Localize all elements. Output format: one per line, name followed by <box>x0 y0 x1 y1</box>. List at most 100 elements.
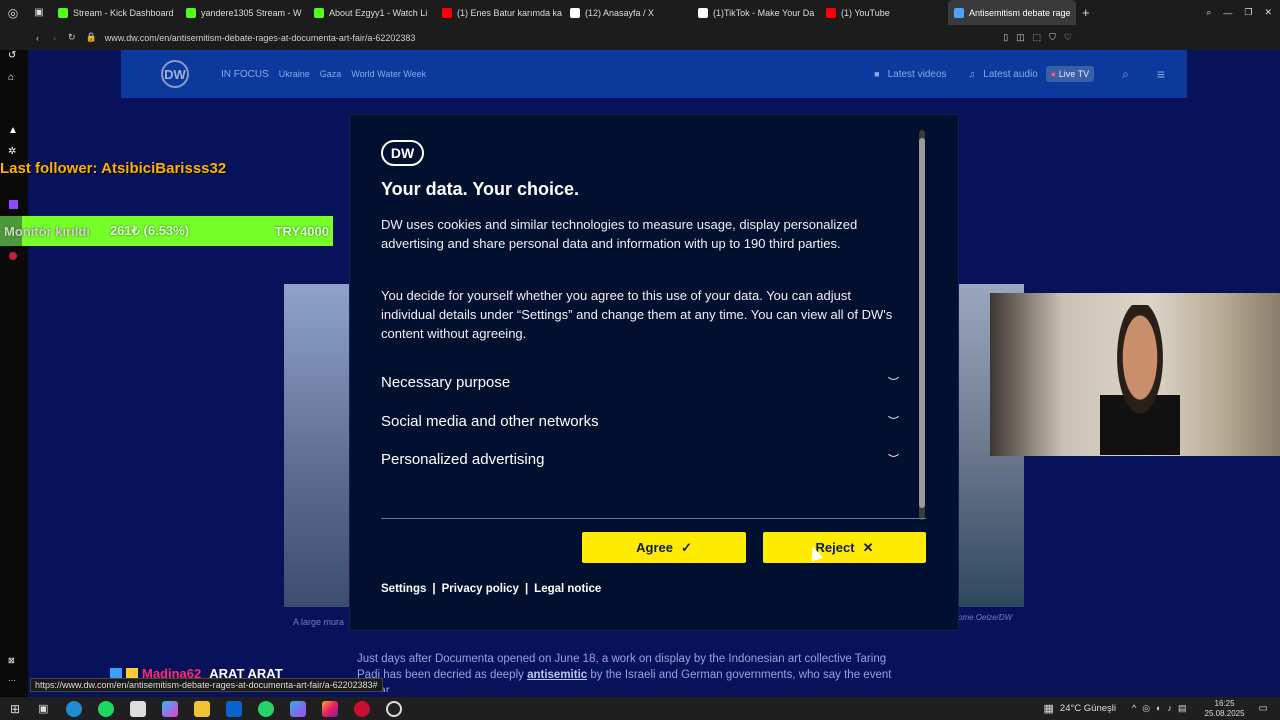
browser-tab[interactable]: (1) Enes Batur karımda ka <box>436 0 564 25</box>
edge-icon[interactable] <box>66 700 83 717</box>
section-social-media[interactable]: Social media and other networks ︶ <box>381 406 899 436</box>
menu-icon[interactable]: ⊠ <box>8 656 15 665</box>
agree-button[interactable]: Agree ✓ <box>582 532 746 563</box>
obs-icon[interactable] <box>386 700 403 717</box>
browser-menu-icon[interactable]: ◎ <box>0 6 26 20</box>
tab-label: (1)TikTok - Make Your Da <box>713 7 815 18</box>
reject-button[interactable]: Reject ✕ <box>763 532 926 563</box>
kick-icon <box>58 7 68 18</box>
outlook-icon[interactable] <box>226 700 243 717</box>
notifications-icon[interactable]: ▭ <box>1259 703 1268 714</box>
forward-icon[interactable]: › <box>53 33 56 43</box>
clock-time: 16:25 <box>1214 698 1235 708</box>
calendar-icon[interactable] <box>130 700 147 717</box>
close-window-icon[interactable]: ✕ <box>1264 7 1272 18</box>
clock[interactable]: 16:25 25.08.2025 <box>1205 699 1245 719</box>
privacy-policy-link[interactable]: Privacy policy <box>442 583 519 595</box>
openai-icon[interactable]: ✲ <box>8 146 16 157</box>
dw-logo[interactable]: DW <box>161 60 189 88</box>
browser-tab[interactable]: About Ezgyy1 - Watch Li <box>308 0 436 25</box>
nav-link[interactable]: Ukraine <box>279 69 310 79</box>
browser-tab[interactable]: (12) Anasayfa / X <box>564 0 692 25</box>
section-personalized-advertising[interactable]: Personalized advertising ︶ <box>381 444 899 474</box>
article-image-left <box>284 284 350 607</box>
kick-sidebar-icon[interactable]: ▲ <box>8 125 18 136</box>
donation-label: Monitör kırıldı <box>4 223 90 239</box>
browser-tab-bar: ◎ ▣ Stream - Kick Dashboard yandere1305 S… <box>0 0 1280 25</box>
url-field[interactable]: www.dw.com/en/antisemitism-debate-rages-… <box>105 33 416 43</box>
hamburger-menu-icon[interactable]: ≡ <box>1157 66 1165 82</box>
tiktok-icon <box>698 7 708 18</box>
task-view-icon[interactable]: ▣ <box>38 702 48 715</box>
scrollbar-track[interactable] <box>919 130 925 520</box>
status-bar-url: https://www.dw.com/en/antisemitism-debat… <box>30 678 383 692</box>
clock-date: 25.08.2025 <box>1204 708 1245 718</box>
teams-icon[interactable] <box>290 700 307 717</box>
new-tab-button[interactable]: + <box>1082 5 1090 20</box>
nav-link[interactable]: World Water Week <box>351 69 426 79</box>
reader-icon[interactable]: ⌂ <box>8 72 14 83</box>
spotify-icon[interactable] <box>98 700 115 717</box>
scrollbar-thumb[interactable] <box>919 138 925 508</box>
agree-label: Agree <box>636 540 673 555</box>
record-icon[interactable] <box>9 252 17 260</box>
windows-taskbar: ⊞ ▣ ▦ 24°C Güneşli ^◎◐♪▤ 16:25 25.08.202… <box>0 697 1280 720</box>
live-dot-icon: ● <box>1050 69 1057 79</box>
copilot-icon[interactable] <box>162 700 179 717</box>
tab-actions-icon[interactable]: ▣ <box>26 7 52 18</box>
tab-label: Stream - Kick Dashboard <box>73 7 174 18</box>
search-icon[interactable]: ⌕ <box>1206 7 1211 18</box>
settings-link[interactable]: Settings <box>381 583 426 595</box>
article-line: Just days after Documenta opened on June… <box>357 653 887 665</box>
article-text-segment: by the Israeli and German governments, w… <box>587 669 892 681</box>
x-icon <box>570 7 580 18</box>
tab-label: (1) Enes Batur karımda ka <box>457 7 563 18</box>
browser-tab[interactable]: Antisemitism debate rage <box>948 0 1076 25</box>
whatsapp-icon[interactable] <box>258 700 275 717</box>
link-separator: | <box>524 583 529 595</box>
article-text: Just days after Documenta opened on June… <box>357 651 957 692</box>
start-icon[interactable]: ⊞ <box>10 702 20 716</box>
browser-tab[interactable]: (1)TikTok - Make Your Da <box>692 0 820 25</box>
antisemitic-link[interactable]: antisemitic <box>527 669 587 681</box>
check-icon: ✓ <box>680 539 692 555</box>
tab-label: Antisemitism debate rage <box>969 7 1071 18</box>
consent-dialog: DW Your data. Your choice. DW uses cooki… <box>350 115 958 630</box>
chevron-down-icon: ︶ <box>888 377 899 389</box>
section-label: Necessary purpose <box>381 373 511 391</box>
browser-tab[interactable]: (1) YouTube <box>820 0 948 25</box>
search-icon[interactable]: ⌕ <box>1122 67 1129 82</box>
restore-icon[interactable]: ❐ <box>1244 7 1252 18</box>
browser-tab[interactable]: Stream - Kick Dashboard <box>52 0 180 25</box>
more-icon[interactable]: ··· <box>8 676 16 685</box>
tab-label: yandere1305 Stream - W <box>201 7 302 18</box>
extensions-icon[interactable]: ▯◫⬚⛉♡ <box>1003 32 1080 43</box>
youtube-icon <box>826 7 836 18</box>
chevron-down-icon: ︶ <box>888 454 899 466</box>
weather-text[interactable]: 24°C Güneşli <box>1060 703 1116 714</box>
minimize-icon[interactable]: — <box>1223 8 1232 18</box>
headphones-icon: ♫ <box>968 69 976 79</box>
instagram-icon[interactable] <box>322 700 339 717</box>
history-icon[interactable]: ↺ <box>8 50 16 61</box>
youtube-icon <box>442 7 452 18</box>
live-tv-button[interactable]: ● Live TV <box>1045 66 1095 82</box>
reload-icon[interactable]: ↻ <box>68 32 76 43</box>
latest-audio-link[interactable]: Latest audio <box>983 69 1038 80</box>
section-necessary-purpose[interactable]: Necessary purpose ︶ <box>381 367 899 397</box>
webcam-person <box>1100 305 1180 455</box>
tray-icons[interactable]: ^◎◐♪▤ <box>1132 703 1193 714</box>
legal-notice-link[interactable]: Legal notice <box>534 583 601 595</box>
browser-tab[interactable]: yandere1305 Stream - W <box>180 0 308 25</box>
tab-label: (1) YouTube <box>841 7 890 18</box>
opera-icon[interactable] <box>354 700 371 717</box>
webcam-feed <box>990 293 1280 456</box>
latest-videos-link[interactable]: Latest videos <box>888 69 947 80</box>
file-explorer-icon[interactable] <box>194 700 211 717</box>
link-separator: | <box>432 583 436 595</box>
back-icon[interactable]: ‹ <box>36 33 39 43</box>
nav-link[interactable]: Gaza <box>320 69 342 79</box>
browser-sidebar: ↺ ⌂ ▲ ✲ ⊠ ··· <box>0 50 28 697</box>
twitch-icon[interactable] <box>9 200 18 209</box>
donation-goal-bar: Monitör kırıldı 261₺ (6.53%) TRY4000 <box>0 216 333 246</box>
